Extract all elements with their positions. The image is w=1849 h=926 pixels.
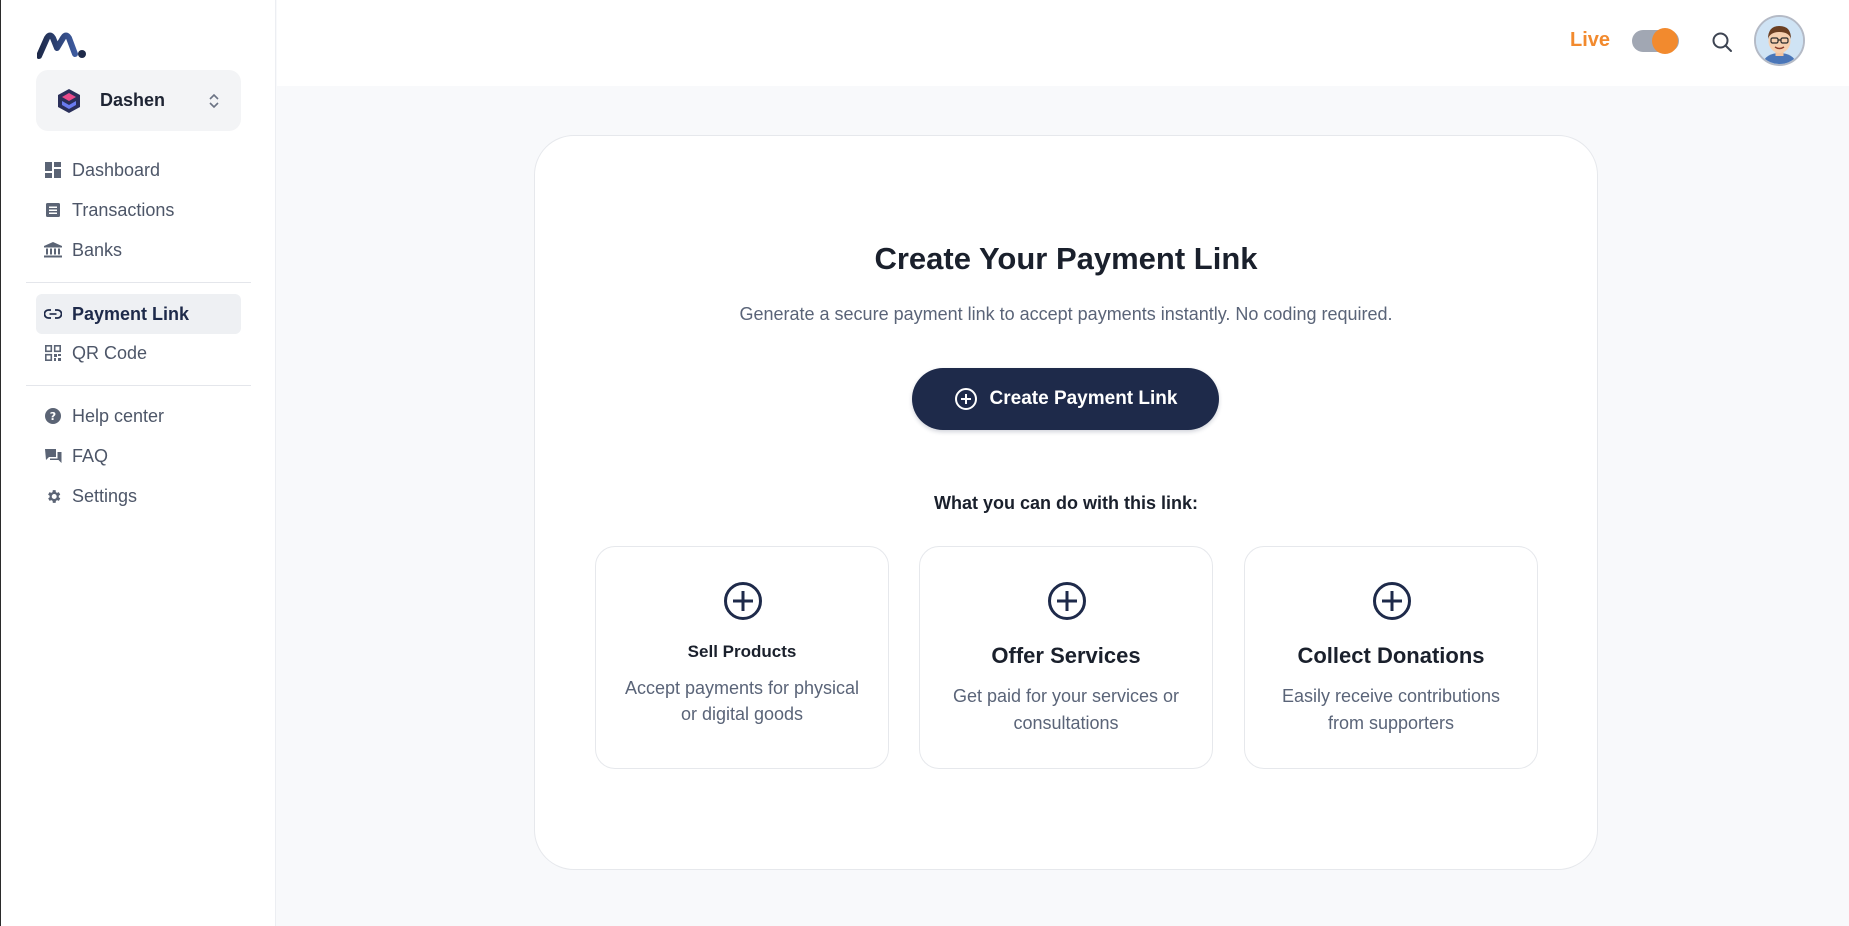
create-payment-link-label: Create Payment Link — [989, 388, 1178, 409]
sidebar: Dashen Dashboard Transactions Banks Paym… — [1, 0, 276, 926]
feature-card-sell-products: Sell Products Accept payments for physic… — [595, 546, 889, 769]
payment-link-card: Create Your Payment Link Generate a secu… — [534, 135, 1598, 870]
feature-title: Collect Donations — [1297, 643, 1485, 668]
gear-icon — [44, 487, 62, 505]
sidebar-item-banks[interactable]: Banks — [36, 230, 241, 270]
bank-icon — [44, 241, 62, 259]
sidebar-item-settings[interactable]: Settings — [36, 476, 241, 516]
plus-circle-icon — [1373, 582, 1411, 620]
plus-circle-icon — [1048, 582, 1086, 620]
search-icon[interactable] — [1710, 30, 1734, 54]
sidebar-divider — [26, 282, 251, 283]
feature-description: Accept payments for physical or digital … — [624, 678, 860, 724]
qr-code-icon — [44, 344, 62, 362]
sidebar-item-qr-code[interactable]: QR Code — [36, 333, 241, 373]
section-label: What you can do with this link: — [934, 493, 1198, 513]
create-payment-link-button[interactable]: Create Payment Link — [912, 368, 1219, 430]
organization-switcher[interactable]: Dashen — [36, 70, 241, 131]
live-mode-toggle[interactable] — [1632, 28, 1679, 54]
feature-title: Sell Products — [687, 642, 797, 661]
organization-name: Dashen — [100, 90, 166, 110]
chevron-up-down-icon — [209, 93, 219, 108]
svg-text:?: ? — [50, 410, 56, 423]
top-bar — [277, 0, 1849, 86]
organization-logo-icon — [58, 88, 80, 113]
feature-card-collect-donations: Collect Donations Easily receive contrib… — [1244, 546, 1538, 769]
sidebar-item-label: Payment Link — [72, 303, 190, 324]
feature-card-offer-services: Offer Services Get paid for your service… — [919, 546, 1213, 769]
sidebar-item-label: Banks — [72, 239, 123, 260]
sidebar-item-label: Dashboard — [72, 159, 161, 180]
live-mode-label: Live — [1570, 29, 1611, 51]
sidebar-item-label: FAQ — [72, 445, 109, 466]
plus-circle-icon — [954, 388, 977, 410]
app-logo[interactable] — [37, 32, 87, 60]
sidebar-item-payment-link[interactable]: Payment Link — [36, 294, 241, 334]
sidebar-divider — [26, 385, 251, 386]
help-icon: ? — [44, 407, 62, 425]
toggle-knob — [1652, 28, 1678, 54]
dashboard-icon — [44, 161, 62, 179]
feature-description: Easily receive contributions from suppor… — [1281, 686, 1501, 733]
link-icon — [44, 305, 62, 323]
chat-icon — [44, 447, 62, 465]
avatar-image — [1756, 17, 1803, 64]
sidebar-item-transactions[interactable]: Transactions — [36, 190, 241, 230]
page-subtitle: Generate a secure payment link to accept… — [739, 304, 1393, 324]
sidebar-item-label: Help center — [72, 405, 165, 426]
sidebar-item-label: Settings — [72, 485, 138, 506]
page-title: Create Your Payment Link — [874, 241, 1258, 276]
sidebar-item-dashboard[interactable]: Dashboard — [36, 150, 241, 190]
feature-description: Get paid for your services or consultati… — [952, 686, 1180, 733]
plus-circle-icon — [724, 582, 762, 620]
user-avatar[interactable] — [1754, 15, 1805, 66]
sidebar-item-label: QR Code — [72, 342, 148, 363]
feature-title: Offer Services — [991, 643, 1141, 668]
sidebar-item-faq[interactable]: FAQ — [36, 436, 241, 476]
sidebar-item-help-center[interactable]: ? Help center — [36, 396, 241, 436]
list-icon — [44, 201, 62, 219]
sidebar-item-label: Transactions — [72, 199, 175, 220]
